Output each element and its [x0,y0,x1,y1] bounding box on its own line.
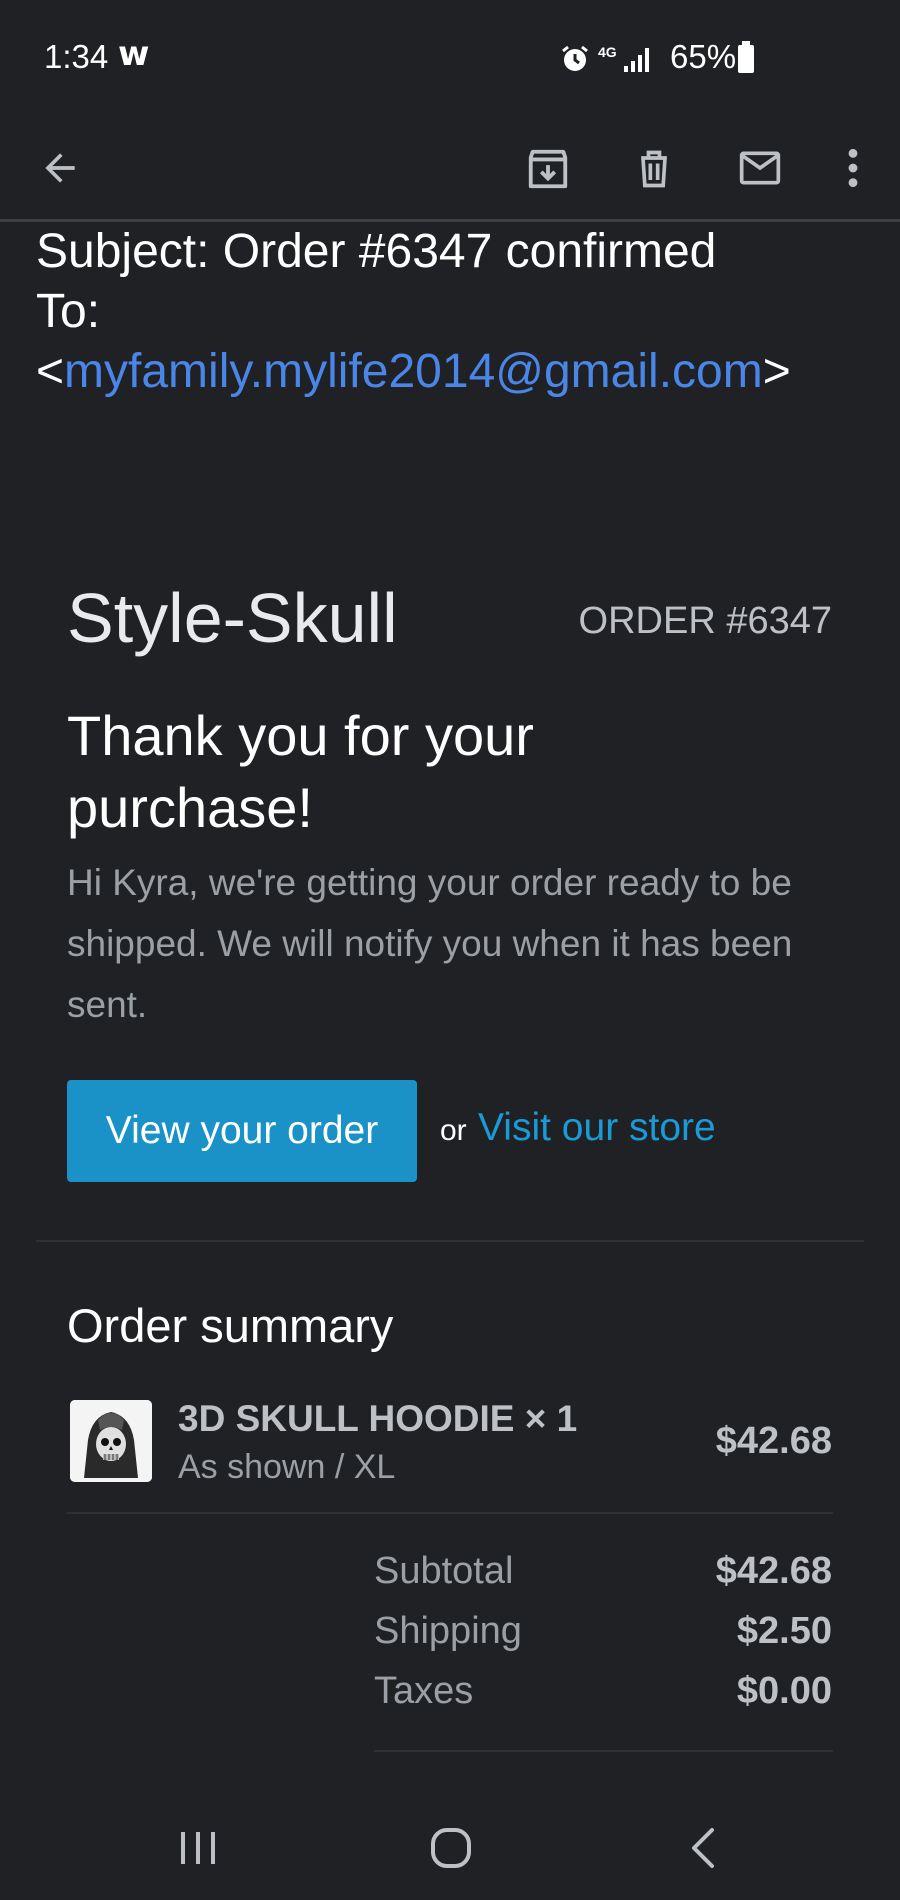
app-bar [0,118,900,220]
recent-apps-icon[interactable] [178,1828,218,1868]
back-arrow-icon[interactable] [38,146,82,190]
archive-icon[interactable] [525,146,571,192]
order-message: Hi Kyra, we're getting your order ready … [67,862,793,1025]
status-bar: 1:34 w 4G 65% [0,0,900,118]
shipping-value: $2.50 [736,1610,832,1652]
shipping-label: Shipping [374,1610,522,1652]
item-variant: As shown / XL [178,1448,396,1486]
email-subject: Subject: Order #6347 confirmed [36,225,717,278]
subtotal-value: $42.68 [715,1550,832,1592]
taxes-value: $0.00 [736,1670,832,1712]
delete-icon[interactable] [632,146,676,192]
order-number: ORDER #6347 [578,600,832,642]
network-label: 4G [598,44,617,60]
order-summary-title: Order summary [67,1299,394,1352]
battery-percent: 65% [670,38,737,75]
item-divider [67,1512,833,1514]
recipient-email-link[interactable]: myfamily.mylife2014@gmail.com [64,345,763,398]
product-thumbnail[interactable] [70,1400,152,1482]
email-to-label: To: [36,285,101,338]
shop-name: Style-Skull [67,579,398,657]
item-name: 3D SKULL HOODIE × 1 [178,1398,578,1439]
home-icon[interactable] [429,1826,473,1870]
navigation-bar [0,1792,900,1900]
thank-you-heading: Thank you for your purchase! [67,704,534,839]
visit-store-link[interactable]: Visit our store [478,1106,716,1150]
skull-hoodie-image [70,1400,152,1482]
alarm-icon [562,45,588,71]
item-price: $42.68 [715,1420,832,1462]
status-time: 1:34 [44,38,109,75]
notification-icon: w [118,34,150,74]
section-divider [36,1240,864,1242]
taxes-label: Taxes [374,1670,474,1712]
subtotal-label: Subtotal [374,1550,514,1592]
email-to-line: <myfamily.mylife2014@gmail.com> [36,342,876,402]
more-vert-icon[interactable] [843,146,863,190]
totals-divider [374,1750,833,1752]
email-header: Subject: Order #6347 confirmed To: <myfa… [36,222,876,402]
or-text: or [440,1114,467,1147]
signal-icon [624,48,649,72]
mark-unread-icon[interactable] [736,146,784,190]
to-open-bracket: < [36,345,65,398]
to-close-bracket: > [762,345,791,398]
view-order-button[interactable]: View your order [67,1080,417,1182]
back-icon[interactable] [688,1826,718,1870]
battery-icon [738,41,754,73]
